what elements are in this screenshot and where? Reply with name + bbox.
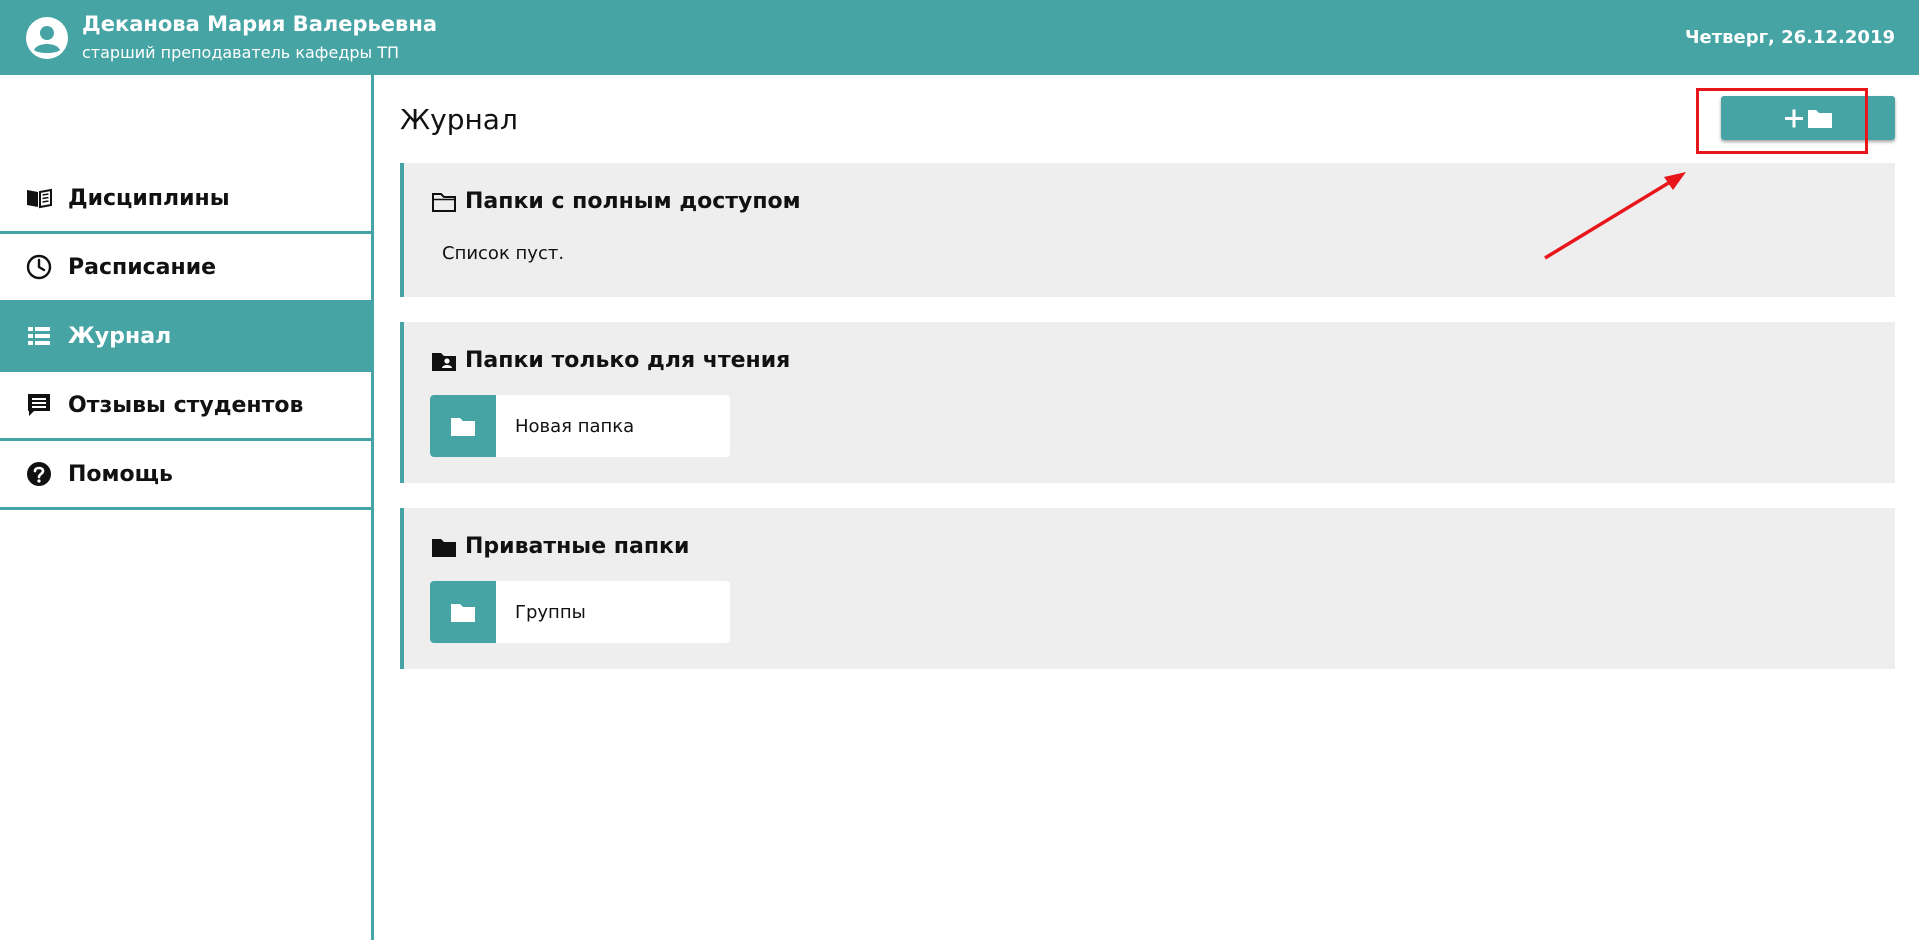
sidebar-item-label: Журнал <box>68 323 172 349</box>
sidebar-item-help[interactable]: Помощь <box>0 441 371 510</box>
folder-card-label: Группы <box>515 601 586 623</box>
book-icon <box>24 183 54 213</box>
section-title: Папки с полным доступом <box>465 189 801 214</box>
user-role: старший преподаватель кафедры ТП <box>82 43 400 62</box>
current-date: Четверг, 26.12.2019 <box>1684 27 1895 48</box>
sidebar-item-schedule[interactable]: Расписание <box>0 234 371 303</box>
section-read-only: Папки только для чтения Новая папка <box>400 322 1895 483</box>
folder-card[interactable]: Группы <box>430 581 730 643</box>
comment-icon <box>24 390 54 420</box>
section-header: Папки только для чтения <box>431 348 790 373</box>
folder-outline-icon <box>431 190 457 214</box>
user-name: Деканова Мария Валерьевна <box>82 12 438 36</box>
folder-icon <box>430 395 496 457</box>
sidebar-item-label: Расписание <box>68 254 217 280</box>
list-icon <box>24 321 54 351</box>
sidebar-item-journal[interactable]: Журнал <box>0 303 371 372</box>
sidebar-item-student-reviews[interactable]: Отзывы студентов <box>0 372 371 441</box>
page-title: Журнал <box>400 103 518 136</box>
folder-card-label: Новая папка <box>515 415 635 437</box>
question-circle-icon <box>24 459 54 489</box>
add-folder-button[interactable] <box>1721 96 1895 140</box>
top-header: Деканова Мария Валерьевна старший препод… <box>0 0 1919 75</box>
main-content: Журнал Папки с полным доступом Список пу… <box>374 75 1919 940</box>
folder-user-icon <box>431 349 457 373</box>
section-header: Приватные папки <box>431 534 689 559</box>
sidebar: Дисциплины Расписание Журнал Отзывы студ… <box>0 75 374 940</box>
section-header: Папки с полным доступом <box>431 189 801 214</box>
clock-icon <box>24 252 54 282</box>
sidebar-item-disciplines[interactable]: Дисциплины <box>0 165 371 234</box>
sidebar-nav: Дисциплины Расписание Журнал Отзывы студ… <box>0 165 371 510</box>
folder-icon <box>431 535 457 559</box>
folder-icon <box>430 581 496 643</box>
section-title: Приватные папки <box>465 534 690 559</box>
sidebar-item-label: Дисциплины <box>68 185 230 211</box>
plus-folder-icon <box>1785 109 1832 128</box>
empty-list-text: Список пуст. <box>442 243 565 264</box>
section-private: Приватные папки Группы <box>400 508 1895 669</box>
folder-card[interactable]: Новая папка <box>430 395 730 457</box>
sidebar-item-label: Помощь <box>68 461 173 487</box>
section-title: Папки только для чтения <box>465 348 791 373</box>
section-full-access: Папки с полным доступом Список пуст. <box>400 163 1895 297</box>
user-circle-icon[interactable] <box>26 17 68 59</box>
sidebar-item-label: Отзывы студентов <box>68 392 304 418</box>
